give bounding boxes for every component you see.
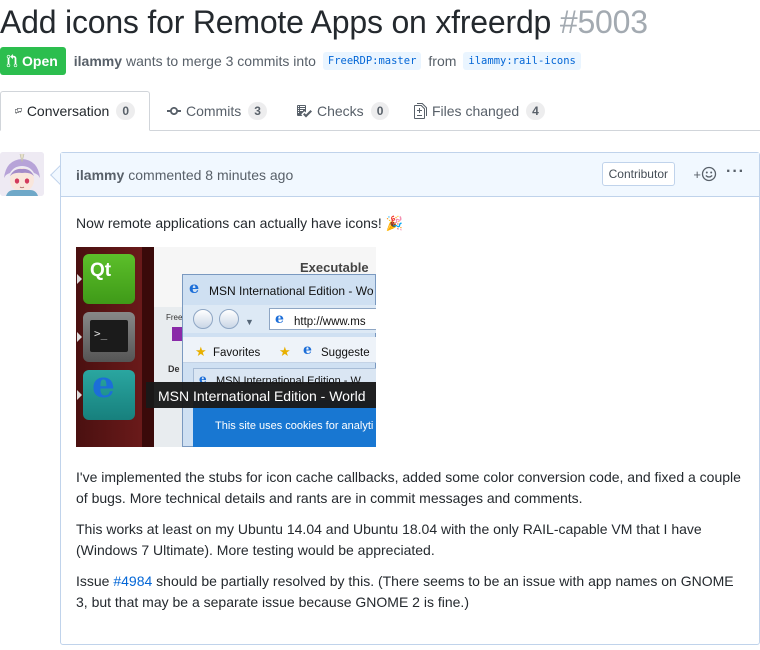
internet-explorer-app-icon: e: [83, 364, 135, 420]
tab-label: Conversation: [26, 103, 110, 119]
pr-tabs: Conversation 0 Commits 3 Checks 0 Files …: [0, 91, 760, 131]
tab-label: Checks: [317, 103, 364, 119]
qt-app-icon: Qt: [83, 254, 135, 304]
tab-label: Commits: [186, 103, 242, 119]
address-text: http://www.ms: [294, 316, 366, 328]
avatar-image: [0, 152, 44, 196]
tab-commits[interactable]: Commits 3: [153, 91, 281, 131]
ie-navbar: ▼ e http://www.ms: [183, 305, 376, 333]
pr-author-link[interactable]: ilammy: [74, 53, 122, 69]
ie-address-bar: e http://www.ms: [269, 308, 376, 330]
running-indicator: [77, 274, 82, 284]
free-label: Free: [166, 313, 183, 322]
git-pull-request-icon: [6, 54, 18, 68]
base-branch[interactable]: FreeRDP:master: [322, 52, 422, 70]
msn-window-title: MSN International Edition - Wo: [209, 284, 374, 298]
msn-window: e MSN International Edition - Wo ▼ e htt…: [182, 274, 376, 447]
tab-counter: 3: [248, 102, 267, 120]
comment-discussion-icon: [15, 108, 22, 114]
terminal-app-icon: >_: [83, 312, 135, 362]
plus-label: +: [693, 166, 701, 182]
state-label: Open: [22, 53, 58, 69]
more-options-button[interactable]: ···: [726, 163, 745, 181]
tab-counter: 0: [116, 102, 135, 120]
checklist-icon: [297, 105, 312, 118]
tab-counter: 4: [526, 102, 545, 120]
ie-page-icon: e: [275, 311, 284, 327]
chevron-down-icon: ▼: [245, 317, 254, 327]
pr-title-text: Add icons for Remote Apps on xfreerdp: [0, 4, 552, 40]
tab-counter: 0: [370, 102, 390, 120]
comment-header: ilammy commented 8 minutes ago Contribut…: [61, 153, 759, 197]
from-text: from: [428, 53, 457, 69]
comment-intro: Now remote applications can actually hav…: [76, 215, 404, 231]
terminal-prompt: >_: [90, 320, 128, 352]
ie-suggested-icon: e: [303, 342, 312, 358]
add-reaction-button[interactable]: +: [693, 166, 717, 182]
comment-paragraph-1: I've implemented the stubs for icon cach…: [76, 469, 741, 506]
ie-title-icon: e: [189, 278, 200, 297]
star-icon: ★: [195, 344, 207, 359]
running-indicator: [77, 390, 82, 400]
comment-paragraph-2: This works at least on my Ubuntu 14.04 a…: [76, 521, 702, 558]
app-tooltip: MSN International Edition - World: [146, 382, 376, 408]
ie-logo-icon: e: [92, 364, 115, 406]
issue-link[interactable]: #4984: [113, 573, 152, 589]
dock-edge: [142, 247, 154, 447]
head-branch[interactable]: ilammy:rail-icons: [463, 52, 581, 70]
running-indicator: [77, 332, 82, 342]
comment-paragraph-3: Issue #4984 should be partially resolved…: [76, 571, 744, 613]
comment-body: Now remote applications can actually hav…: [61, 197, 759, 638]
state-badge: Open: [0, 47, 66, 75]
comment-timestamp[interactable]: commented 8 minutes ago: [128, 167, 293, 183]
issue-suffix: should be partially resolved by this. (T…: [76, 573, 734, 610]
screenshot-image[interactable]: Qt >_ e Executable Free De e MSN Interna…: [76, 247, 376, 447]
merge-text: wants to merge 3 commits into: [126, 53, 316, 69]
file-diff-icon: [414, 103, 427, 119]
tab-files-changed[interactable]: Files changed 4: [400, 91, 559, 131]
de-label: De: [168, 364, 180, 374]
suggested-label: Suggeste: [321, 347, 370, 359]
forward-icon: [219, 309, 239, 329]
tab-label: Files changed: [432, 103, 520, 119]
qt-label: Qt: [90, 260, 112, 281]
avatar[interactable]: [0, 152, 44, 196]
comment-box: ilammy commented 8 minutes ago Contribut…: [60, 152, 760, 645]
favorites-label: Favorites: [213, 347, 261, 359]
comment-author-link[interactable]: ilammy: [76, 167, 124, 183]
back-icon: [193, 309, 213, 329]
issue-prefix: Issue: [76, 573, 114, 589]
add-favorite-icon: ★: [279, 344, 291, 359]
smiley-icon: [701, 166, 717, 182]
pr-number: #5003: [559, 4, 648, 40]
git-commit-icon: [167, 107, 181, 115]
pr-meta: Open ilammy wants to merge 3 commits int…: [0, 47, 588, 75]
tab-checks[interactable]: Checks 0: [282, 91, 403, 131]
contributor-badge: Contributor: [601, 162, 675, 186]
pr-title: Add icons for Remote Apps on xfreerdp #5…: [0, 4, 648, 41]
tab-conversation[interactable]: Conversation 0: [0, 91, 150, 131]
favorites-bar: ★ Favorites ★ e Suggeste: [183, 337, 376, 363]
